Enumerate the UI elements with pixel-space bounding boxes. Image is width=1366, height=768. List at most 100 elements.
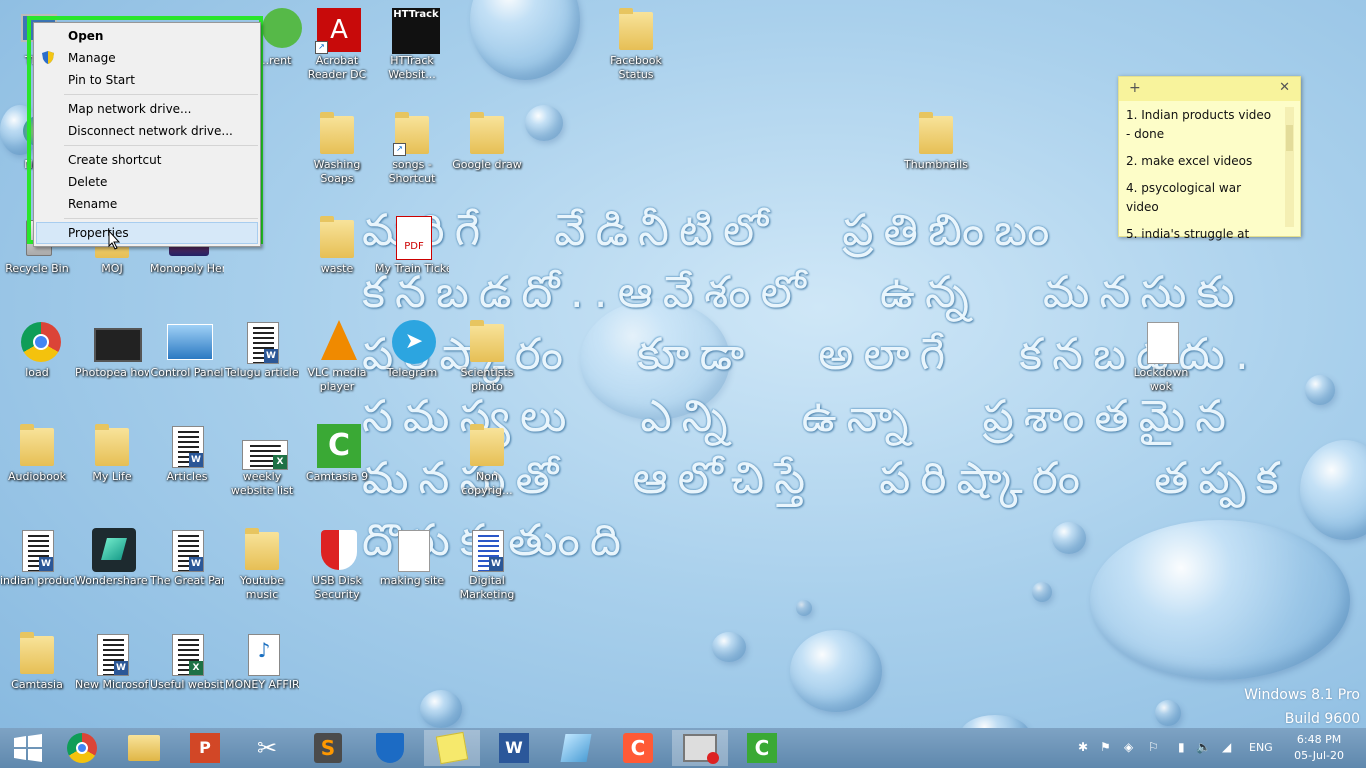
sticky-note[interactable]: + ✕ 1. Indian products video - done 2. m… bbox=[1118, 76, 1301, 241]
menu-item-disconnect-network-drive[interactable]: Disconnect network drive... bbox=[34, 120, 260, 142]
sublime-icon: S bbox=[314, 733, 342, 763]
screen-recorder-icon bbox=[683, 734, 719, 764]
desktop-icon-money-affirmations[interactable]: ♪ MONEY AFFIRMATI... bbox=[225, 632, 299, 692]
water-drop bbox=[790, 630, 882, 712]
desktop-icon-load[interactable]: load bbox=[0, 320, 74, 380]
clock-date: 05-Jul-20 bbox=[1294, 749, 1344, 762]
word-doc-icon: W bbox=[22, 530, 54, 572]
folder-icon bbox=[320, 112, 354, 154]
add-note-icon[interactable]: + bbox=[1129, 80, 1141, 96]
taskbar-file-explorer[interactable] bbox=[116, 730, 172, 766]
usb-security-icon bbox=[321, 530, 357, 570]
desktop-icon-acrobat[interactable]: A ↗ Acrobat Reader DC bbox=[300, 8, 374, 82]
desktop-icon-scientists-photo[interactable]: Scientists photo bbox=[450, 320, 524, 394]
desktop-icon-digital-marketing[interactable]: W Digital Marketing bbox=[450, 528, 524, 602]
taskbar-notepad[interactable] bbox=[548, 730, 604, 766]
folder-icon bbox=[245, 528, 279, 570]
watermark-edition: Windows 8.1 Pro bbox=[1244, 687, 1360, 703]
taskbar-chrome[interactable] bbox=[54, 730, 110, 766]
sticky-note-line: 5. india's struggle at bbox=[1126, 227, 1250, 241]
desktop-icon-panchatantra[interactable]: W The Great Panchatant... bbox=[150, 528, 224, 588]
desktop-icon-waste[interactable]: waste bbox=[300, 216, 374, 276]
utorrent-icon bbox=[262, 8, 302, 48]
menu-item-open[interactable]: Open bbox=[34, 25, 260, 47]
taskbar-defender[interactable] bbox=[362, 730, 418, 766]
language-indicator[interactable]: ENG bbox=[1249, 741, 1273, 754]
network-tray-icon[interactable]: ⚑ bbox=[1100, 740, 1111, 754]
filmora-icon bbox=[92, 528, 136, 572]
taskbar-sublime[interactable]: S bbox=[300, 730, 356, 766]
desktop-icon-youtube-music[interactable]: Youtube music bbox=[225, 528, 299, 602]
shield-icon bbox=[42, 51, 54, 64]
text-file-icon bbox=[1147, 322, 1179, 364]
desktop-icon-vlc[interactable]: VLC media player bbox=[300, 320, 374, 394]
desktop-icon-articles[interactable]: W Articles bbox=[150, 424, 224, 484]
desktop-icon-useful-websites[interactable]: X Useful websites bbox=[150, 632, 224, 692]
desktop-icon-thumbnails[interactable]: Thumbnails bbox=[899, 112, 973, 172]
excel-icon: X bbox=[172, 634, 204, 676]
wifi-icon[interactable]: ◢ bbox=[1222, 740, 1231, 754]
desktop-icon-telugu-articles[interactable]: W Telugu articles bbox=[225, 320, 299, 380]
sticky-note-line: 2. make excel videos bbox=[1126, 154, 1253, 168]
desktop-icon-camtasia-folder[interactable]: Camtasia bbox=[0, 632, 74, 692]
folder-icon bbox=[619, 8, 653, 50]
desktop-icon-camtasia9[interactable]: C Camtasia 9 bbox=[300, 424, 374, 484]
security-tray-icon[interactable]: ◈ bbox=[1124, 740, 1133, 754]
volume-icon[interactable]: 🔈 bbox=[1196, 740, 1211, 754]
taskbar-sticky-notes[interactable] bbox=[424, 730, 480, 766]
desktop-icon-lockdown-wok[interactable]: Lockdown wok bbox=[1124, 320, 1198, 394]
desktop-icon-new-microsoft[interactable]: W New Microsof... bbox=[75, 632, 149, 692]
menu-item-pin-to-start[interactable]: Pin to Start bbox=[34, 69, 260, 91]
folder-icon bbox=[470, 112, 504, 154]
camtasia-icon: C bbox=[317, 424, 361, 468]
desktop-icon-telegram[interactable]: ➤ Telegram bbox=[375, 320, 449, 380]
clock[interactable]: 6:48 PM 05-Jul-20 bbox=[1294, 732, 1344, 764]
word-icon: W bbox=[499, 733, 529, 763]
desktop-icon-audiobook[interactable]: Audiobook bbox=[0, 424, 74, 484]
start-icon bbox=[14, 734, 42, 762]
desktop-icon-washing-soaps[interactable]: Washing Soaps bbox=[300, 112, 374, 186]
desktop-icon-filmora[interactable]: Wondershare Filmora bbox=[75, 528, 149, 588]
sticky-note-titlebar[interactable]: + ✕ bbox=[1119, 77, 1300, 101]
taskbar-word[interactable]: W bbox=[486, 730, 542, 766]
menu-item-rename[interactable]: Rename bbox=[34, 193, 260, 215]
desktop-icon-making-site[interactable]: making site bbox=[375, 528, 449, 588]
desktop-icon-train-ticket[interactable]: PDF My Train Ticket I... bbox=[375, 216, 449, 276]
bluetooth-icon[interactable]: ✱ bbox=[1078, 740, 1088, 754]
desktop-icon-photopea[interactable]: Photopea how to re... bbox=[75, 320, 149, 380]
desktop-icon-google-draw[interactable]: Google draw bbox=[450, 112, 524, 172]
desktop-icon-songs-shortcut[interactable]: ↗ songs - Shortcut bbox=[375, 112, 449, 186]
taskbar-powerpoint[interactable]: P bbox=[177, 730, 233, 766]
sticky-note-scrollbar[interactable] bbox=[1285, 107, 1294, 227]
sticky-note-body[interactable]: 1. Indian products video - done 2. make … bbox=[1119, 101, 1300, 244]
sticky-note-line: 1. Indian products video - done bbox=[1126, 108, 1272, 141]
close-icon[interactable]: ✕ bbox=[1279, 80, 1290, 95]
menu-item-create-shortcut[interactable]: Create shortcut bbox=[34, 149, 260, 171]
taskbar-screen-recorder[interactable] bbox=[672, 730, 728, 766]
water-drop bbox=[712, 632, 746, 662]
sticky-notes-icon bbox=[435, 731, 469, 765]
battery-icon[interactable]: ▮ bbox=[1178, 740, 1185, 754]
menu-item-map-network-drive[interactable]: Map network drive... bbox=[34, 98, 260, 120]
taskbar-camtasia-recorder[interactable]: C bbox=[610, 730, 666, 766]
start-button[interactable] bbox=[0, 730, 56, 766]
desktop-icon-control-panel[interactable]: Control Panel bbox=[150, 320, 224, 380]
desktop-icon-httrack[interactable]: HTTrack HTTrack Websit... bbox=[375, 8, 449, 82]
water-drop bbox=[796, 600, 812, 616]
taskbar-snipping-tool[interactable]: ✂ bbox=[239, 730, 295, 766]
taskbar-camtasia[interactable]: C bbox=[734, 730, 790, 766]
action-center-icon[interactable]: ⚐ bbox=[1148, 740, 1159, 754]
menu-item-manage[interactable]: Manage bbox=[34, 47, 260, 69]
desktop[interactable]: మరిగే వేడినీటిలో ప్రతిబింబం కనబడదో..ఆవేశ… bbox=[0, 0, 1366, 728]
desktop-icon-my-life[interactable]: My Life bbox=[75, 424, 149, 484]
desktop-icon-indian-products[interactable]: W indian products bbox=[0, 528, 74, 588]
menu-separator bbox=[64, 145, 258, 146]
desktop-icon-weekly-website-list[interactable]: X weekly website list bbox=[225, 424, 299, 498]
desktop-icon-non-copyright[interactable]: Non copyrig... bbox=[450, 424, 524, 498]
water-drop bbox=[525, 105, 563, 141]
menu-item-delete[interactable]: Delete bbox=[34, 171, 260, 193]
telegram-icon: ➤ bbox=[392, 320, 436, 364]
desktop-icon-facebook-status[interactable]: Facebook Status bbox=[599, 8, 673, 82]
menu-item-properties[interactable]: Properties bbox=[36, 222, 258, 244]
desktop-icon-usb-disk-security[interactable]: USB Disk Security bbox=[300, 528, 374, 602]
